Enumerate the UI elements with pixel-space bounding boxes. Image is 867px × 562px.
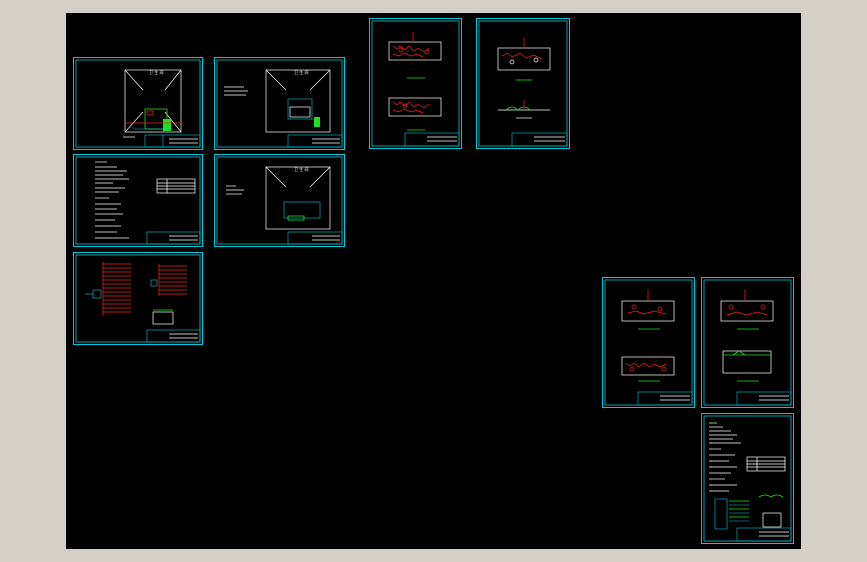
title-block [404,132,460,147]
elevation-drawing [388,32,442,131]
title-block [637,391,693,406]
sheet-elevation-a[interactable] [369,18,462,149]
schematic-drawing [85,262,187,325]
notes-text [95,161,129,239]
sheet-floor-plan-b[interactable]: 卫 生 间 [214,57,345,150]
legend-table [156,178,196,194]
title-block [144,134,201,148]
sheet-floor-plan-a[interactable]: 卫 生 间 [73,57,203,150]
sheet-notes-b[interactable] [701,413,794,544]
section-drawing [497,38,551,119]
title-block [736,391,792,406]
symbol-legend [714,494,784,530]
title-block [146,329,201,343]
floor-plan-drawing: 卫 生 间 [224,69,331,133]
floor-plan-drawing: 卫 生 间 [226,166,331,230]
sheet-notes-a[interactable] [73,154,203,247]
sheet-elevation-c[interactable] [602,277,695,408]
plan-title: 卫 生 间 [294,166,309,172]
sheet-floor-plan-c[interactable]: 卫 生 间 [214,154,345,247]
title-block [511,132,568,147]
title-block [736,527,792,542]
title-block [287,134,343,148]
drawing-canvas[interactable]: 卫 生 间 卫 生 间 卫 生 间 [66,13,801,549]
plan-title: 卫 生 间 [294,69,309,75]
title-block [146,231,201,245]
section-drawing [720,289,774,382]
elevation-drawing [621,289,675,382]
sheet-wiring-schedule[interactable] [73,252,203,345]
notes-text [709,422,741,492]
title-block [287,231,343,245]
sheet-elevation-d[interactable] [701,277,794,408]
plan-title: 卫 生 间 [149,69,164,75]
legend-table [746,456,786,472]
floor-plan-drawing: 卫 生 间 [123,69,182,138]
sheet-elevation-b[interactable] [476,18,570,149]
